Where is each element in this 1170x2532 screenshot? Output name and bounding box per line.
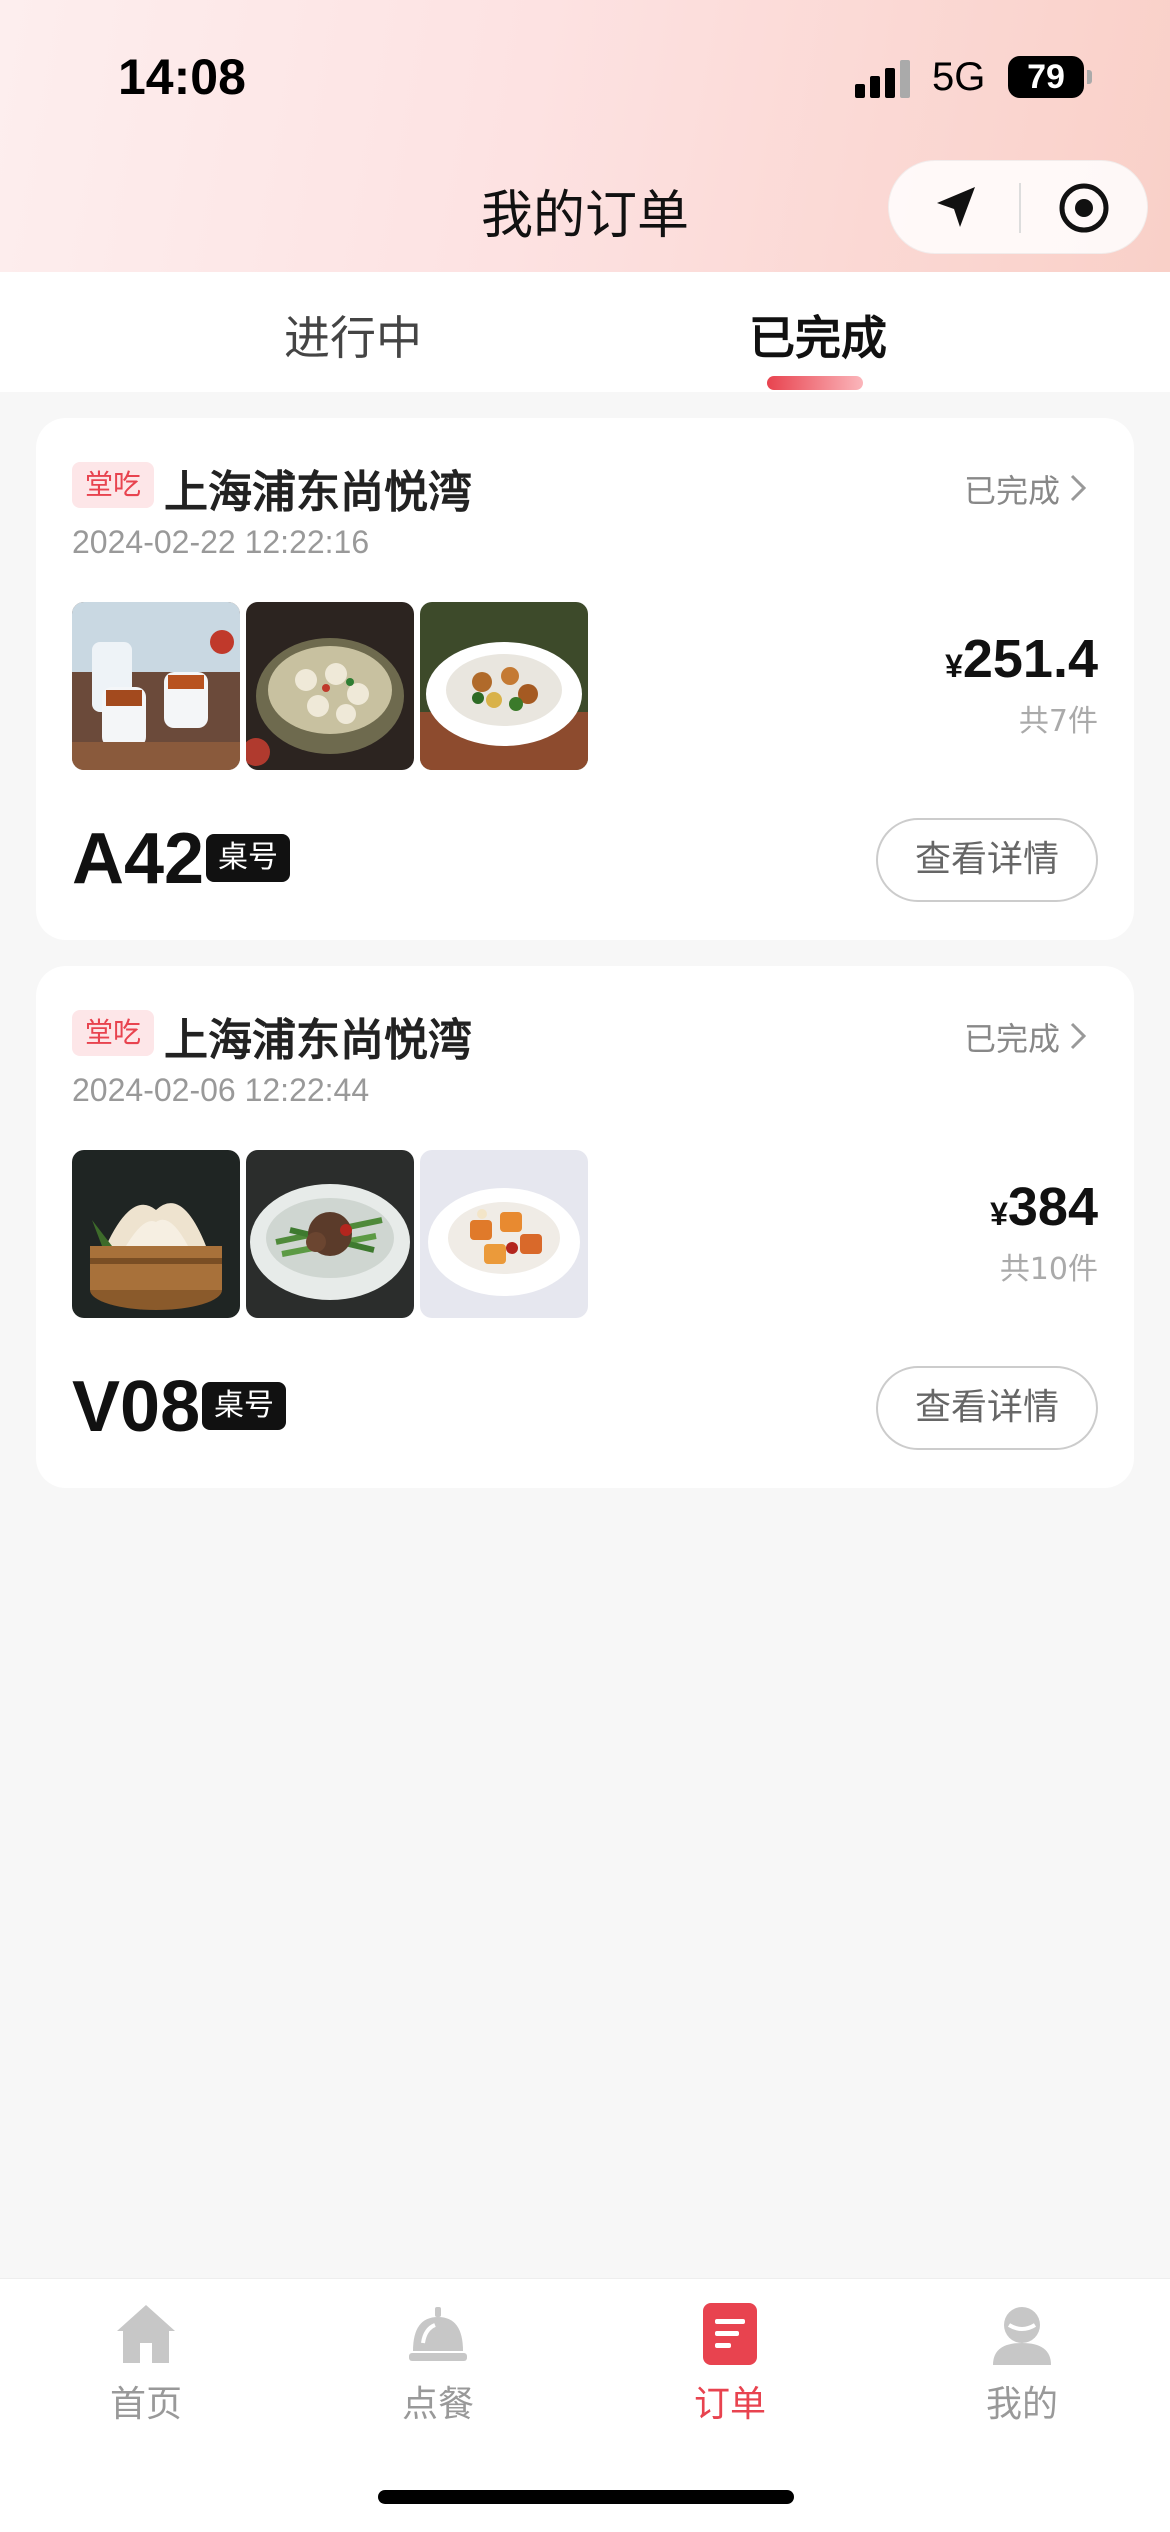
service-bell-icon [409, 2307, 467, 2361]
tabbar-item-home[interactable]: 首页 [56, 2299, 236, 2427]
tabbar-label: 订单 [693, 2384, 766, 2425]
tab-completed[interactable]: 已完成 [668, 302, 968, 368]
chevron-right-icon[interactable] [1068, 1020, 1088, 1052]
table-tag: 桌号 [202, 1382, 286, 1430]
dish-thumbnail-green-beans [246, 1150, 414, 1318]
order-card[interactable]: 堂吃 上海浦东尚悦湾 已完成 2024-02-06 12:22:44 ¥384 … [36, 966, 1134, 1488]
network-label: 5G [932, 55, 986, 99]
target-icon[interactable] [1057, 181, 1111, 235]
order-time: 2024-02-06 12:22:44 [72, 1072, 370, 1108]
item-count: 共10件 [999, 1252, 1098, 1287]
header: 14:08 5G 79 我的订单 [0, 0, 1170, 272]
home-indicator [378, 2490, 794, 2504]
order-status[interactable]: 已完成 [964, 466, 1060, 512]
item-count: 共7件 [1018, 704, 1098, 739]
location-arrow-icon[interactable] [929, 181, 983, 235]
battery-icon: 79 [1008, 56, 1092, 98]
tabbar-label: 点餐 [401, 2384, 474, 2425]
tabbar-item-order-food[interactable]: 点餐 [348, 2299, 528, 2427]
tabbar-label: 首页 [109, 2384, 182, 2425]
status-time: 14:08 [118, 49, 246, 105]
chevron-right-icon[interactable] [1068, 472, 1088, 504]
order-list-icon [703, 2303, 757, 2365]
store-name: 上海浦东尚悦湾 [164, 467, 472, 518]
order-tabs: 进行中 已完成 [0, 272, 1170, 392]
profile-icon [993, 2307, 1051, 2365]
mini-program-capsule [888, 160, 1148, 254]
table-number: V08 [72, 1367, 201, 1447]
dish-thumbnail-meatball-soup [246, 602, 414, 770]
table-tag: 桌号 [206, 834, 290, 882]
tabbar-label: 我的 [985, 2384, 1058, 2425]
dine-in-badge: 堂吃 [72, 462, 154, 508]
dish-thumbnail-kung-pao [420, 1150, 588, 1318]
order-card[interactable]: 堂吃 上海浦东尚悦湾 已完成 2024-02-22 12:22:16 ¥251.… [36, 418, 1134, 940]
tabbar-item-profile[interactable]: 我的 [932, 2299, 1112, 2427]
dish-thumbnail-steamed-bun [72, 1150, 240, 1318]
price-amount: 384 [1007, 1177, 1098, 1237]
dine-in-badge: 堂吃 [72, 1010, 154, 1056]
active-tab-indicator [767, 376, 863, 390]
signal-icon [855, 58, 915, 98]
price-amount: 251.4 [962, 629, 1098, 689]
tabbar-item-orders[interactable]: 订单 [640, 2299, 820, 2427]
currency-symbol: ¥ [945, 648, 963, 684]
view-details-button[interactable]: 查看详情 [876, 818, 1098, 902]
view-details-button[interactable]: 查看详情 [876, 1366, 1098, 1450]
store-name: 上海浦东尚悦湾 [164, 1015, 472, 1066]
dish-thumbnail-stir-fry [420, 602, 588, 770]
order-price: ¥384 [990, 1176, 1098, 1238]
table-number: A42 [72, 819, 205, 899]
home-icon [117, 2305, 175, 2363]
tab-in-progress[interactable]: 进行中 [203, 302, 503, 368]
order-price: ¥251.4 [945, 628, 1098, 690]
capsule-divider [1019, 183, 1021, 233]
currency-symbol: ¥ [990, 1196, 1008, 1232]
order-time: 2024-02-22 12:22:16 [72, 524, 370, 560]
order-status[interactable]: 已完成 [964, 1014, 1060, 1060]
dish-thumbnail-tea [72, 602, 240, 770]
